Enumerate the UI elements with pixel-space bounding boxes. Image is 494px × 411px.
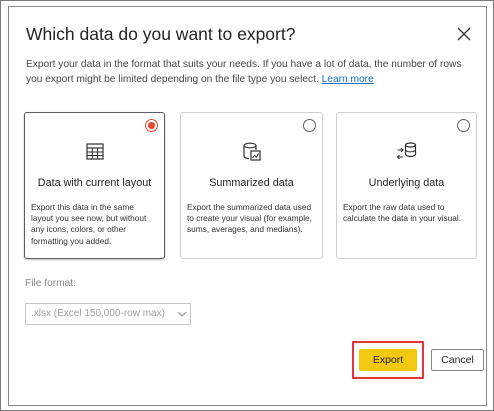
file-format-value: .xlsx (Excel 150,000-row max) [31,308,165,319]
option-description: Export the raw data used to calculate th… [343,202,462,224]
option-title: Underlying data [368,177,445,189]
radio-summarized[interactable] [303,119,316,132]
export-dialog: Which data do you want to export? Export… [8,6,487,406]
dialog-title: Which data do you want to export? [26,24,296,44]
radio-underlying[interactable] [457,119,470,132]
database-chart-icon [242,142,261,161]
learn-more-link[interactable]: Learn more [322,74,374,85]
option-card-current-layout[interactable]: Data with current layout Export this dat… [24,112,165,259]
file-format-label: File format: [25,278,76,289]
cancel-button[interactable]: Cancel [431,349,484,371]
option-title: Data with current layout [37,177,152,189]
file-format-select[interactable]: .xlsx (Excel 150,000-row max) [25,303,191,325]
option-card-summarized[interactable]: Summarized data Export the summarized da… [180,112,323,259]
option-description: Export the summarized data used to creat… [187,202,312,235]
table-icon [85,143,104,160]
database-arrows-icon [396,142,416,160]
export-button[interactable]: Export [359,349,417,371]
chevron-down-icon [177,311,187,317]
option-title: Summarized data [209,177,294,189]
description-text: Export your data in the format that suit… [26,59,462,85]
close-icon[interactable] [455,25,473,43]
option-description: Export this data in the same layout you … [31,202,147,246]
dialog-description: Export your data in the format that suit… [26,57,474,87]
radio-current-layout[interactable] [145,119,158,132]
option-card-underlying[interactable]: Underlying data Export the raw data used… [336,112,477,259]
